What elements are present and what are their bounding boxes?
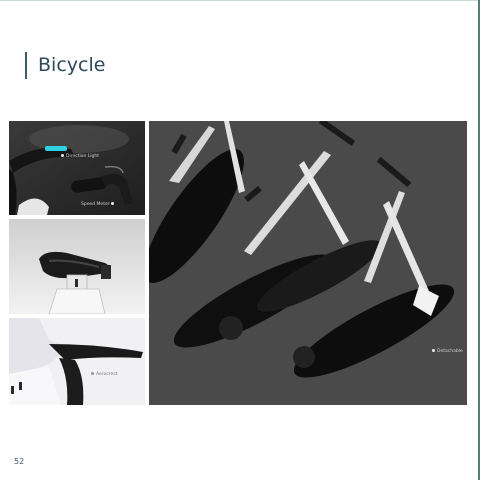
frame-detail-photo: Aerocrest — [9, 318, 145, 405]
caption-speed-meter: Speed Meter — [81, 202, 116, 207]
caption-text: Speed Meter — [81, 202, 110, 207]
handlebar-illustration — [9, 121, 145, 215]
title-accent-bar — [25, 52, 27, 79]
caption-text: Direction Light — [66, 154, 99, 159]
caption-bullet-icon — [432, 349, 435, 352]
handlebar-photo: Direction Light Speed Meter — [9, 121, 145, 215]
page-title: Bicycle — [38, 54, 106, 76]
caption-direction-light: Direction Light — [61, 154, 99, 159]
caption-bullet-icon — [61, 154, 64, 157]
top-border — [0, 0, 480, 1]
caption-text: Aerocrest — [96, 372, 118, 377]
document-page: Bicycle Direction Light Speed Meter Aero… — [0, 0, 480, 480]
caption-bullet-icon — [91, 372, 94, 375]
caption-detachable: Detachable — [432, 349, 463, 354]
saddle-illustration — [9, 219, 145, 314]
caption-bullet-icon — [111, 202, 115, 205]
saddle-photo — [9, 219, 145, 314]
caption-aerocrest: Aerocrest — [91, 372, 117, 377]
frame-detail-illustration — [9, 318, 145, 405]
page-number: 52 — [14, 457, 25, 466]
exploded-bicycle-illustration — [149, 121, 467, 405]
caption-text: Detachable — [437, 349, 463, 354]
exploded-bicycle-render: Detachable — [149, 121, 467, 405]
